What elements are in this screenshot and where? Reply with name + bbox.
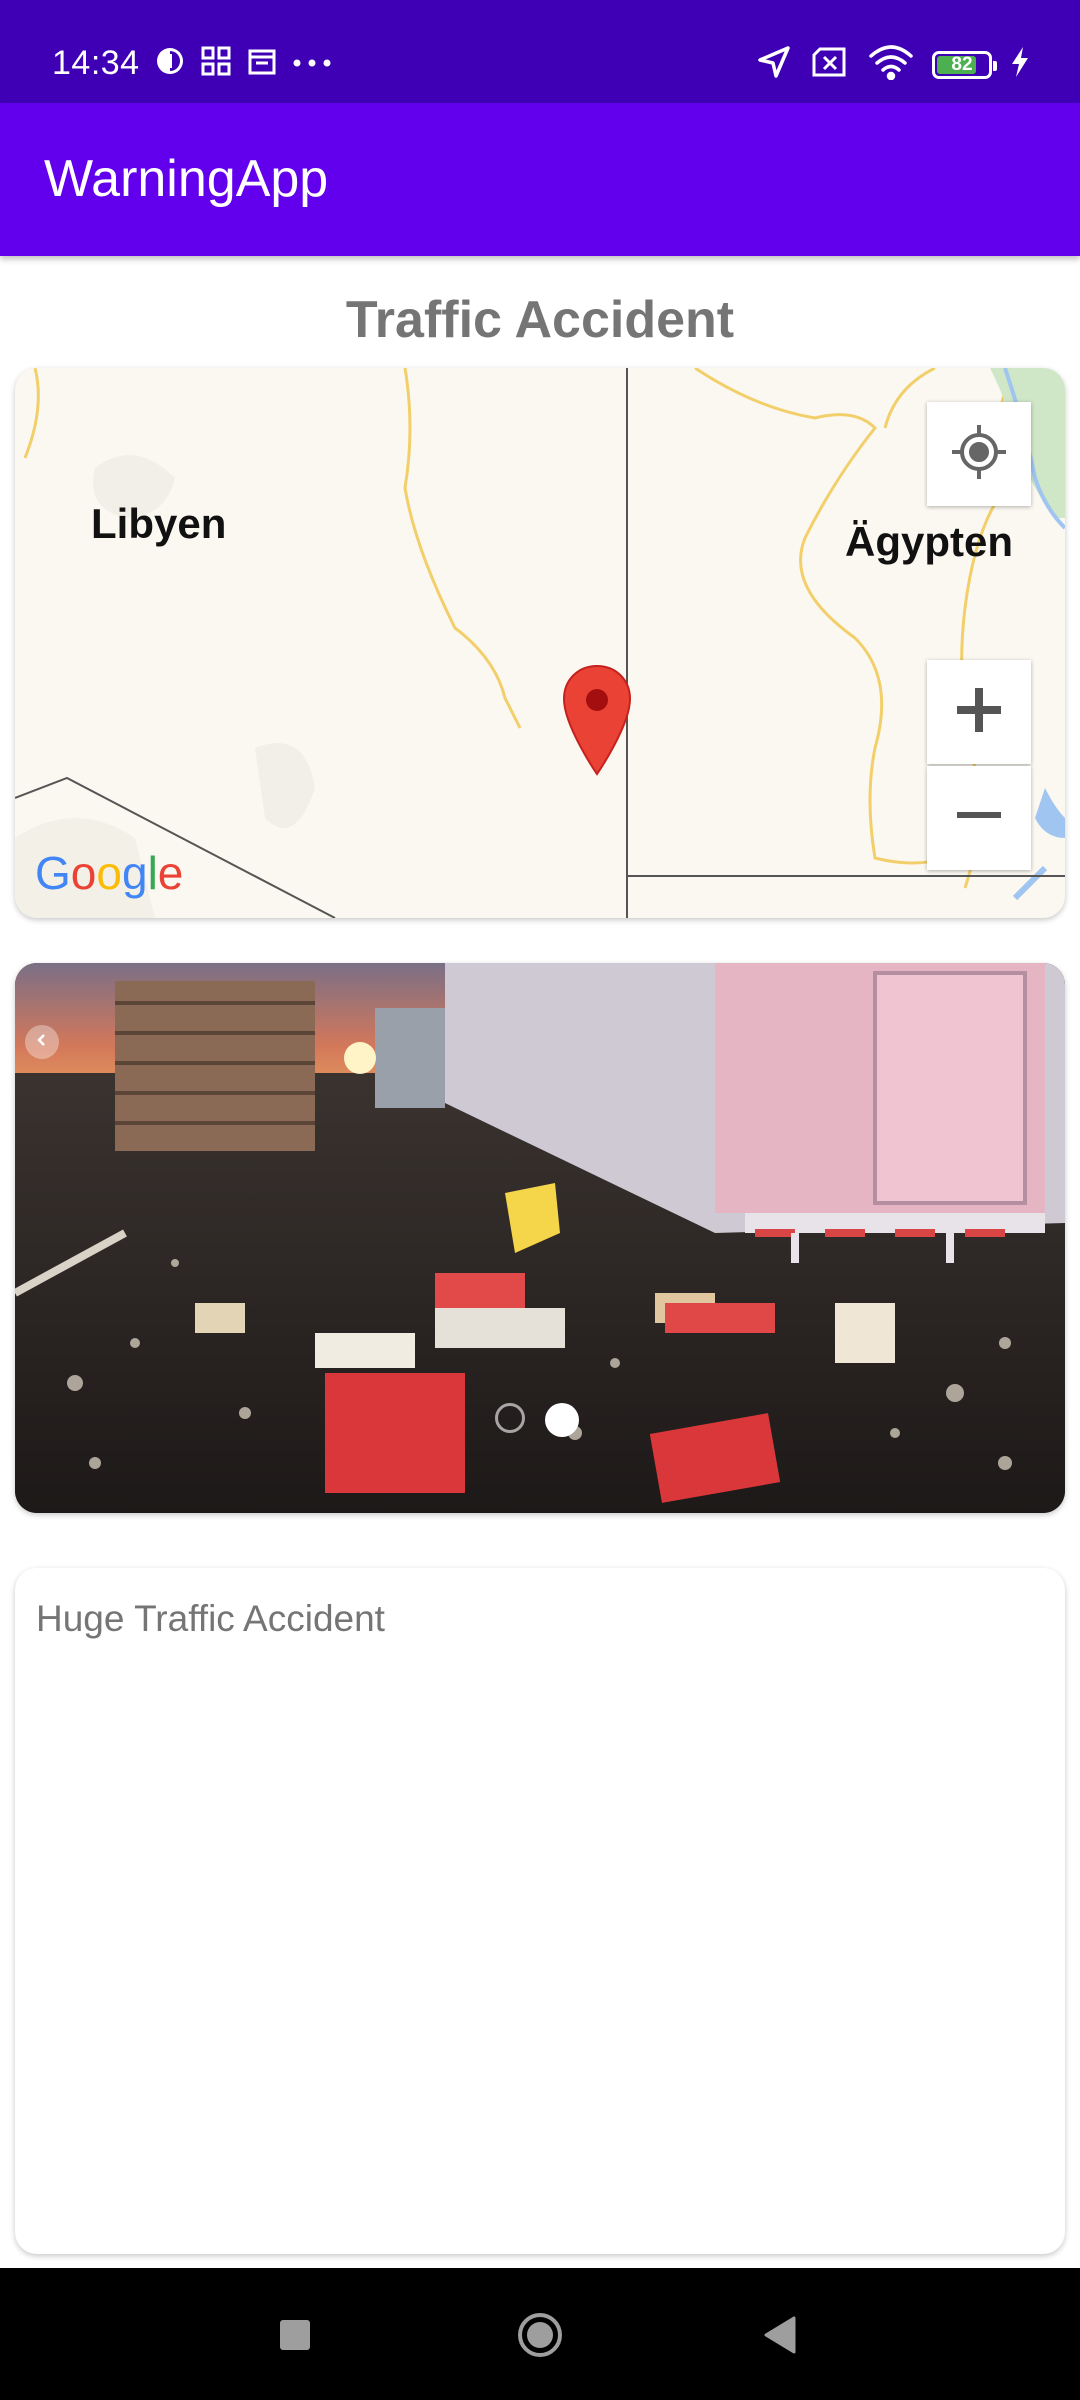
map-label-egypt: Ägypten [845,518,1013,565]
accident-photo-carousel[interactable] [15,963,1065,1513]
page-title: Traffic Accident [345,291,735,349]
battery-level: 82 [951,53,973,75]
back-button[interactable] [762,2316,798,2359]
crosshair-icon [949,422,1009,487]
chevron-left-icon [34,1032,50,1053]
recents-button[interactable] [278,2318,312,2357]
zoom-out-button[interactable] [927,766,1031,870]
apps-grid-icon [200,45,232,82]
calendar-icon [246,45,278,82]
plus-icon [955,686,1003,739]
description-text: Huge Traffic Accident [36,1598,385,1639]
accident-photo [15,963,1065,1513]
description-card[interactable]: Huge Traffic Accident [15,1568,1065,2254]
carousel-prev-button[interactable] [25,1025,59,1059]
no-sim-icon [810,46,850,83]
navigation-bar [0,2268,1080,2400]
app-bar: WarningApp [0,103,1080,256]
minus-icon [955,792,1003,845]
more-dots-icon [292,55,332,73]
zoom-in-button[interactable] [927,660,1031,764]
battery-icon: 82 [932,50,997,79]
home-button[interactable] [516,2311,564,2364]
map-view[interactable]: Libyen Ägypten Google [15,368,1065,918]
square-icon [278,2320,312,2356]
wifi-icon [868,44,914,85]
status-bar: 14:34 82 [0,0,1080,103]
carousel-dot-1[interactable] [495,1403,525,1433]
location-arrow-icon [756,44,792,85]
map-canvas [15,368,1065,918]
map-marker-icon[interactable] [562,664,632,781]
my-location-button[interactable] [927,402,1031,506]
home-circle-icon [516,2313,564,2363]
data-saver-icon [154,45,186,82]
back-triangle-icon [762,2316,798,2358]
status-time: 14:34 [52,44,140,82]
map-label-libya: Libyen [91,500,227,547]
charging-bolt-icon [1010,46,1030,83]
app-title: WarningApp [44,150,329,208]
carousel-dot-2-active[interactable] [545,1403,579,1437]
google-logo: Google [35,847,184,899]
